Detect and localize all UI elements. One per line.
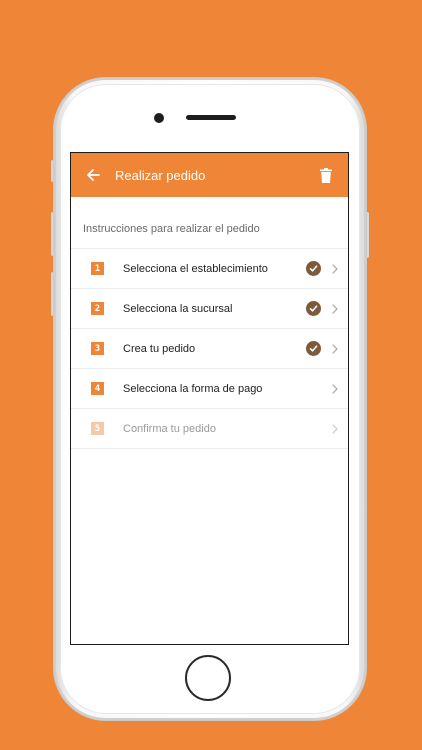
step-label: Confirma tu pedido — [123, 422, 216, 435]
step-5[interactable]: 5 Confirma tu pedido — [71, 409, 348, 449]
page-title: Realizar pedido — [115, 167, 206, 183]
app-bar: Realizar pedido — [71, 153, 348, 197]
front-camera — [154, 113, 164, 123]
app-screen: Realizar pedido Instrucciones para reali… — [70, 152, 349, 645]
steps-list: 1 Selecciona el establecimiento 2 Selecc… — [71, 249, 348, 449]
back-button[interactable] — [71, 153, 115, 197]
step-1[interactable]: 1 Selecciona el establecimiento — [71, 249, 348, 289]
check-circle-icon — [306, 261, 321, 276]
step-number-badge: 1 — [91, 262, 104, 275]
arrow-left-icon — [87, 169, 100, 181]
chevron-right-icon — [328, 342, 342, 356]
step-number-badge: 4 — [91, 382, 104, 395]
check-circle-icon — [306, 301, 321, 316]
chevron-right-icon — [328, 302, 342, 316]
step-3[interactable]: 3 Crea tu pedido — [71, 329, 348, 369]
chevron-right-icon — [328, 382, 342, 396]
step-label: Selecciona el establecimiento — [123, 262, 268, 275]
chevron-right-icon — [328, 262, 342, 276]
step-number-badge: 2 — [91, 302, 104, 315]
earpiece-speaker — [186, 115, 236, 120]
delete-button[interactable] — [304, 153, 348, 197]
stage: Realizar pedido Instrucciones para reali… — [0, 0, 422, 750]
chevron-right-icon — [328, 422, 342, 436]
step-label: Selecciona la forma de pago — [123, 382, 263, 395]
trash-icon — [320, 167, 332, 183]
step-2[interactable]: 2 Selecciona la sucursal — [71, 289, 348, 329]
step-number-badge: 5 — [91, 422, 104, 435]
step-number-badge: 3 — [91, 342, 104, 355]
step-4[interactable]: 4 Selecciona la forma de pago — [71, 369, 348, 409]
instructions-text: Instrucciones para realizar el pedido — [71, 197, 348, 249]
step-label: Selecciona la sucursal — [123, 302, 233, 315]
home-button — [185, 655, 231, 701]
step-label: Crea tu pedido — [123, 342, 196, 355]
check-circle-icon — [306, 341, 321, 356]
